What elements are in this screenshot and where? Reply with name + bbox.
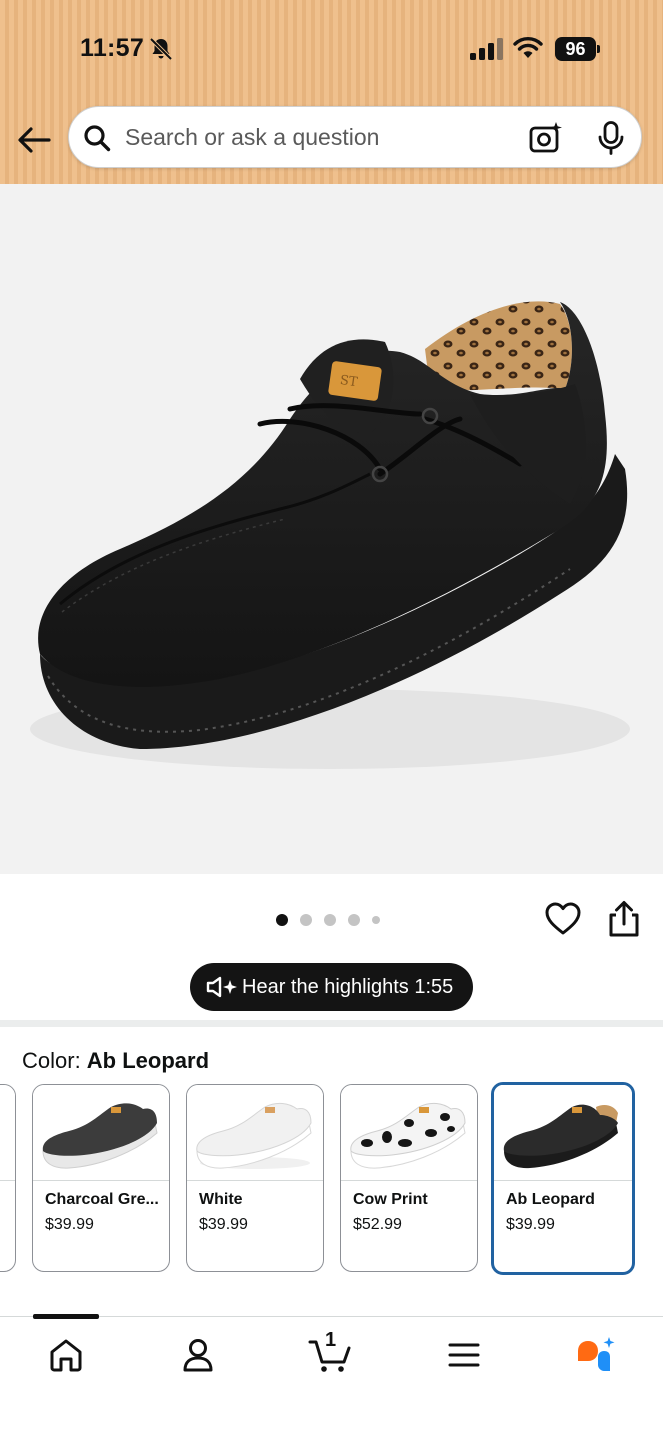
arrow-left-icon xyxy=(18,127,51,153)
wifi-icon xyxy=(513,37,543,58)
mic-icon[interactable] xyxy=(597,121,625,155)
svg-text:ST: ST xyxy=(339,373,359,390)
swatch-name: Charcoal Gre... xyxy=(45,1191,159,1208)
white-shoe-image xyxy=(196,1102,312,1169)
swatch-price: $39.99 xyxy=(506,1216,555,1233)
swatch-name: Ab Leopard xyxy=(506,1191,595,1208)
color-option-white[interactable]: White $39.99 xyxy=(186,1084,324,1272)
swatch-thumbnail xyxy=(0,1085,15,1181)
color-label: Color: Ab Leopard xyxy=(22,1048,209,1074)
nav-menu[interactable] xyxy=(434,1333,494,1377)
rufus-assistant-icon xyxy=(578,1337,615,1371)
search-icon xyxy=(84,125,111,152)
color-option-ab-leopard[interactable]: Ab Leopard $39.99 xyxy=(491,1082,635,1275)
signal-icon xyxy=(470,38,503,60)
color-option-offscreen[interactable] xyxy=(0,1084,16,1272)
swatch-name: Cow Print xyxy=(353,1191,428,1208)
active-tab-indicator xyxy=(33,1314,99,1319)
speaker-sparkle-icon xyxy=(206,976,237,998)
back-button[interactable] xyxy=(14,120,54,160)
hamburger-menu-icon xyxy=(448,1343,480,1367)
battery-level: 96 xyxy=(555,37,596,61)
hear-highlights-button[interactable]: Hear the highlights 1:55 xyxy=(190,963,473,1011)
color-option-charcoal[interactable]: Charcoal Gre... $39.99 xyxy=(32,1084,170,1272)
ab-leopard-shoe-image xyxy=(503,1104,618,1169)
carousel-dot[interactable] xyxy=(324,914,336,926)
swatch-thumbnail xyxy=(494,1085,632,1181)
nav-rufus[interactable] xyxy=(566,1333,626,1377)
swatch-price: $52.99 xyxy=(353,1216,402,1233)
charcoal-shoe-image xyxy=(42,1103,158,1169)
section-divider xyxy=(0,1020,663,1027)
carousel-dots[interactable] xyxy=(276,912,380,928)
color-swatches: Charcoal Gre... $39.99 White $39.99 Cow … xyxy=(0,1082,663,1275)
camera-sparkle-icon[interactable] xyxy=(529,121,563,155)
product-image[interactable]: ST xyxy=(0,184,663,874)
header: 11:57 96 xyxy=(0,0,663,184)
search-input[interactable] xyxy=(125,107,515,167)
swatch-price: $39.99 xyxy=(45,1216,94,1233)
search-bar[interactable] xyxy=(68,106,642,168)
bell-slash-icon xyxy=(149,37,173,61)
swatch-thumbnail xyxy=(33,1085,169,1181)
nav-home[interactable] xyxy=(36,1333,96,1377)
color-label-prefix: Color: xyxy=(22,1048,87,1073)
swatch-thumbnail xyxy=(341,1085,477,1181)
share-icon[interactable] xyxy=(606,900,642,938)
heart-icon[interactable] xyxy=(544,900,582,938)
product-page: 11:57 96 Search or ask a question ST Hea… xyxy=(0,0,663,1440)
carousel-dot[interactable] xyxy=(300,914,312,926)
home-icon xyxy=(50,1339,82,1372)
black-canvas-shoe-leopard-lining: ST xyxy=(30,301,630,769)
selected-color-name: Ab Leopard xyxy=(86,1048,210,1073)
nav-account[interactable] xyxy=(168,1333,228,1377)
cart-count: 1 xyxy=(325,1329,337,1351)
carousel-dot[interactable] xyxy=(372,916,380,924)
swatch-name: White xyxy=(199,1191,243,1208)
battery-tip xyxy=(597,45,600,53)
cow-print-shoe-image xyxy=(350,1102,466,1169)
carousel-dot[interactable] xyxy=(348,914,360,926)
status-time: 11:57 xyxy=(80,34,145,62)
nav-cart[interactable]: 1 xyxy=(300,1329,360,1377)
color-option-cow-print[interactable]: Cow Print $52.99 xyxy=(340,1084,478,1272)
swatch-price: $39.99 xyxy=(199,1216,248,1233)
person-icon xyxy=(183,1339,213,1372)
battery-indicator: 96 xyxy=(555,37,601,61)
bottom-nav: 1 xyxy=(0,1314,663,1440)
swatch-thumbnail xyxy=(187,1085,323,1181)
hear-highlights-label: Hear the highlights 1:55 xyxy=(242,975,454,998)
carousel-dot[interactable] xyxy=(276,914,288,926)
